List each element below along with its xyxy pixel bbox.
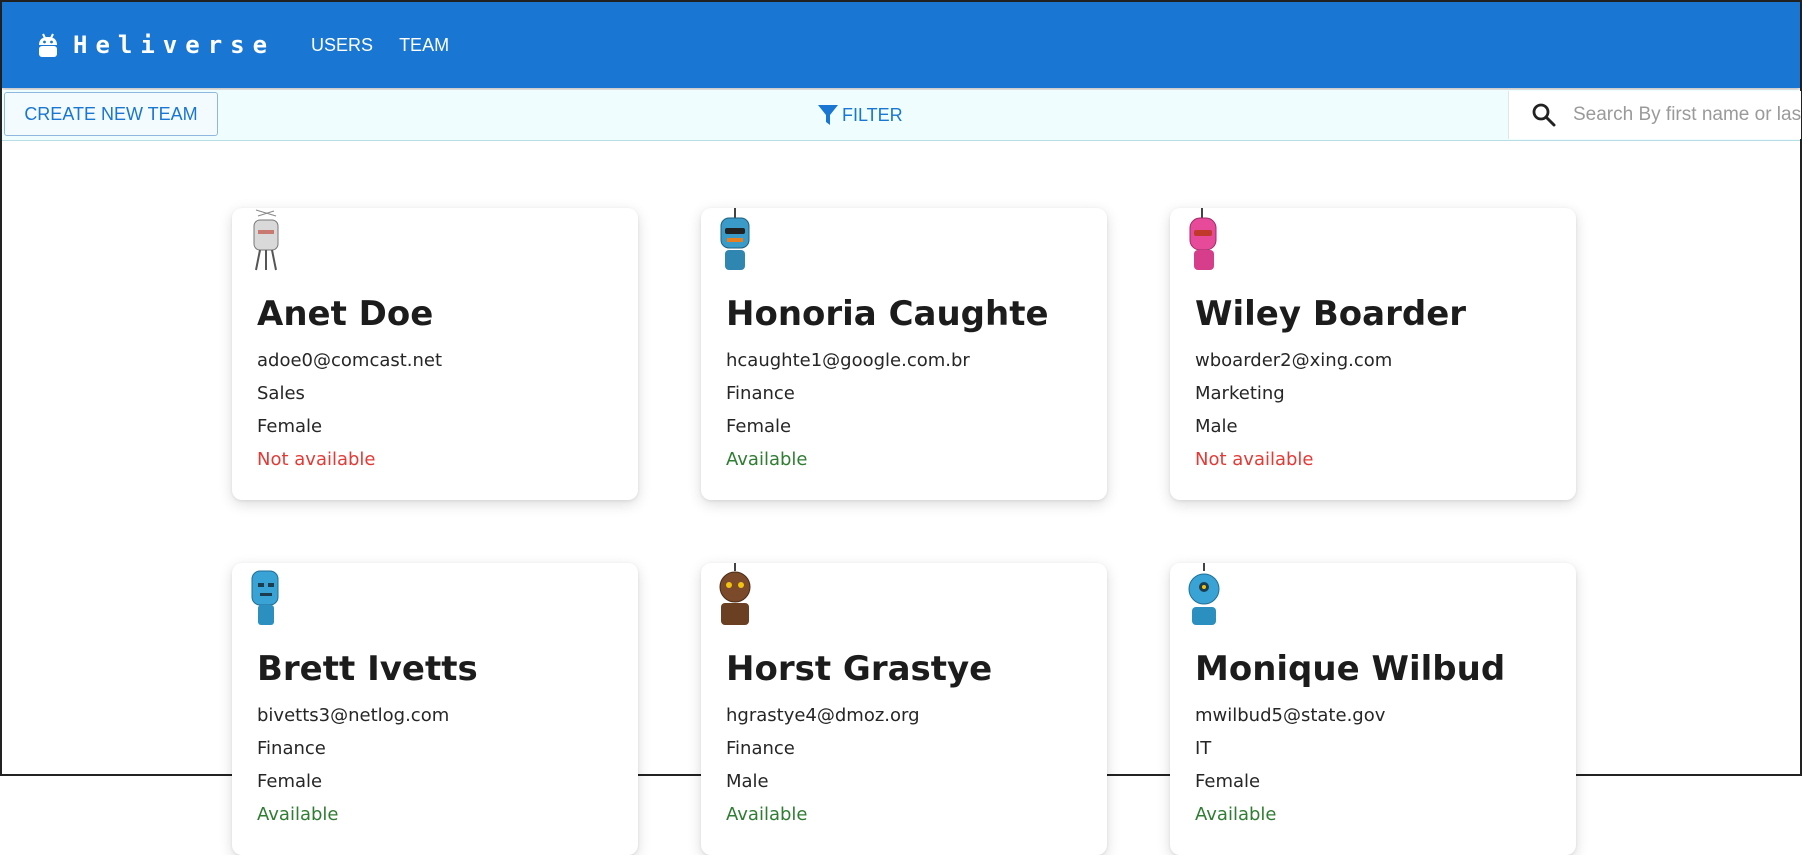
user-availability: Available	[1195, 804, 1277, 825]
user-name: Brett Ivetts	[257, 649, 478, 689]
user-email: bivetts3@netlog.com	[257, 705, 450, 726]
robot-avatar-icon	[720, 208, 750, 270]
user-gender: Female	[1195, 771, 1261, 792]
user-email: adoe0@comcast.net	[257, 350, 443, 371]
robot-avatar-icon	[251, 570, 279, 625]
user-card[interactable]: Brett Ivetts bivetts3@netlog.com Finance…	[232, 563, 638, 855]
app-bar: Heliverse USERS TEAM	[2, 2, 1800, 88]
user-email: hgrastye4@dmoz.org	[726, 705, 920, 726]
nav-users[interactable]: USERS	[311, 35, 373, 56]
user-gender: Male	[1195, 416, 1238, 437]
user-name: Horst Grastye	[726, 649, 993, 689]
user-gender: Female	[257, 771, 323, 792]
user-availability: Not available	[1195, 449, 1314, 470]
user-availability: Not available	[257, 449, 376, 470]
brand[interactable]: Heliverse	[35, 31, 275, 59]
user-card-grid: Anet Doe adoe0@comcast.net Sales Female …	[232, 208, 1576, 855]
filter-icon	[818, 105, 838, 125]
robot-avatar-icon	[1188, 563, 1220, 625]
brand-name: Heliverse	[73, 31, 276, 59]
user-name: Anet Doe	[257, 294, 434, 334]
android-icon	[35, 31, 61, 59]
robot-avatar-icon	[719, 563, 751, 625]
user-email: hcaughte1@google.com.br	[726, 350, 970, 371]
robot-avatar-icon	[1189, 208, 1217, 270]
user-domain: Finance	[257, 738, 326, 759]
user-card[interactable]: Anet Doe adoe0@comcast.net Sales Female …	[232, 208, 638, 500]
user-card[interactable]: Monique Wilbud mwilbud5@state.gov IT Fem…	[1170, 563, 1576, 855]
user-availability: Available	[257, 804, 339, 825]
user-name: Monique Wilbud	[1195, 649, 1506, 689]
user-name: Honoria Caughte	[726, 294, 1049, 334]
robot-avatar-icon	[253, 209, 279, 271]
search-input[interactable]	[1571, 103, 1801, 127]
search-icon	[1532, 103, 1556, 127]
user-domain: Marketing	[1195, 383, 1285, 404]
filter-label: FILTER	[842, 104, 903, 125]
user-name: Wiley Boarder	[1195, 294, 1467, 334]
user-gender: Male	[726, 771, 769, 792]
search-box	[1508, 91, 1801, 139]
user-card[interactable]: Wiley Boarder wboarder2@xing.com Marketi…	[1170, 208, 1576, 500]
user-availability: Available	[726, 804, 808, 825]
user-domain: Finance	[726, 738, 795, 759]
user-email: mwilbud5@state.gov	[1195, 705, 1386, 726]
toolbar: CREATE NEW TEAM FILTER	[2, 90, 1801, 141]
user-gender: Female	[257, 416, 323, 437]
filter-button[interactable]: FILTER	[818, 98, 903, 132]
user-card[interactable]: Honoria Caughte hcaughte1@google.com.br …	[701, 208, 1107, 500]
user-domain: Sales	[257, 383, 305, 404]
user-domain: IT	[1195, 738, 1212, 759]
user-availability: Available	[726, 449, 808, 470]
nav-team[interactable]: TEAM	[399, 35, 449, 56]
user-domain: Finance	[726, 383, 795, 404]
user-card[interactable]: Horst Grastye hgrastye4@dmoz.org Finance…	[701, 563, 1107, 855]
create-new-team-button[interactable]: CREATE NEW TEAM	[4, 92, 218, 136]
user-email: wboarder2@xing.com	[1195, 350, 1393, 371]
user-gender: Female	[726, 416, 792, 437]
